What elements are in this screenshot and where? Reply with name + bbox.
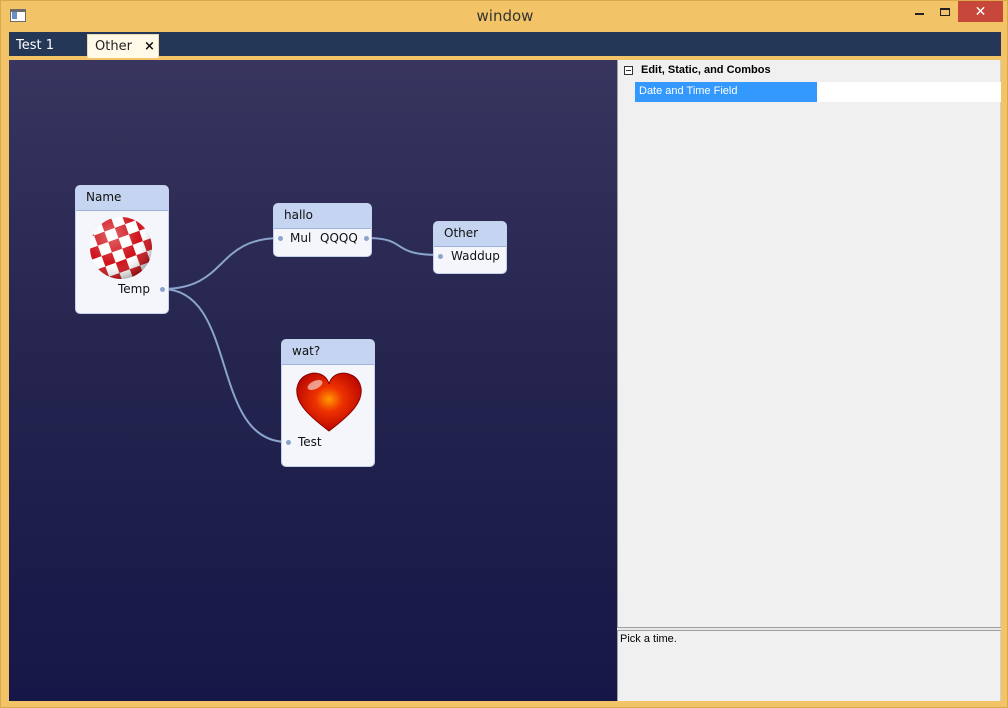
graph-node-wat[interactable]: wat? Test	[281, 339, 375, 467]
output-port-qqqq[interactable]: QQQQ	[320, 231, 358, 245]
input-port-waddup[interactable]: Waddup	[451, 249, 500, 263]
app-window: window ✕ Test 1 Other × Name Temp hallo …	[0, 0, 1008, 708]
heart-icon	[296, 372, 362, 432]
output-port-temp[interactable]: Temp	[118, 282, 150, 296]
property-grid: Edit, Static, and Combos Date and Time F…	[617, 60, 1001, 627]
close-button[interactable]: ✕	[958, 1, 1003, 22]
property-category-row[interactable]: Edit, Static, and Combos	[618, 60, 1001, 82]
help-text: Pick a time.	[620, 633, 677, 645]
maximize-icon	[940, 7, 950, 16]
node-title: wat?	[282, 340, 374, 365]
property-category-label: Edit, Static, and Combos	[641, 64, 771, 76]
input-connector-waddup[interactable]	[438, 254, 443, 259]
node-title: Name	[76, 186, 168, 211]
link-temp-to-mul	[161, 237, 282, 290]
property-value-field[interactable]	[817, 82, 1001, 102]
input-port-test[interactable]: Test	[298, 435, 322, 449]
window-title: window	[476, 7, 534, 25]
node-title: Other	[434, 222, 506, 247]
minimize-button[interactable]	[906, 1, 932, 22]
title-bar[interactable]: window ✕	[1, 1, 1008, 32]
checkered-ball-icon	[90, 217, 152, 279]
tab-label: Test 1	[16, 38, 55, 53]
property-row[interactable]: Date and Time Field	[635, 82, 1001, 102]
input-port-mul[interactable]: Mul	[290, 231, 311, 245]
collapse-icon[interactable]	[624, 66, 633, 75]
maximize-button[interactable]	[932, 1, 958, 22]
tab-label: Other	[95, 39, 132, 54]
tab-other[interactable]: Other ×	[87, 34, 159, 58]
minimize-icon	[914, 12, 924, 15]
tab-test-1[interactable]: Test 1	[9, 34, 85, 58]
link-qqqq-to-waddup	[366, 237, 440, 256]
close-icon: ✕	[974, 3, 987, 20]
property-name[interactable]: Date and Time Field	[635, 82, 817, 102]
tab-close-icon[interactable]: ×	[144, 39, 155, 54]
input-connector-test[interactable]	[286, 440, 291, 445]
graph-node-name[interactable]: Name Temp	[75, 185, 169, 314]
input-connector-mul[interactable]	[278, 236, 283, 241]
node-graph-canvas[interactable]: Name Temp hallo Mul QQQQ Other Waddup wa…	[9, 60, 617, 701]
link-temp-to-test	[161, 288, 288, 443]
output-connector-qqqq[interactable]	[364, 236, 369, 241]
tab-bar: Test 1 Other ×	[9, 32, 1001, 58]
graph-node-hallo[interactable]: hallo Mul QQQQ	[273, 203, 372, 257]
node-title: hallo	[274, 204, 371, 229]
property-help-pane: Pick a time.	[617, 631, 1001, 701]
output-connector-temp[interactable]	[160, 287, 165, 292]
graph-node-other[interactable]: Other Waddup	[433, 221, 507, 274]
